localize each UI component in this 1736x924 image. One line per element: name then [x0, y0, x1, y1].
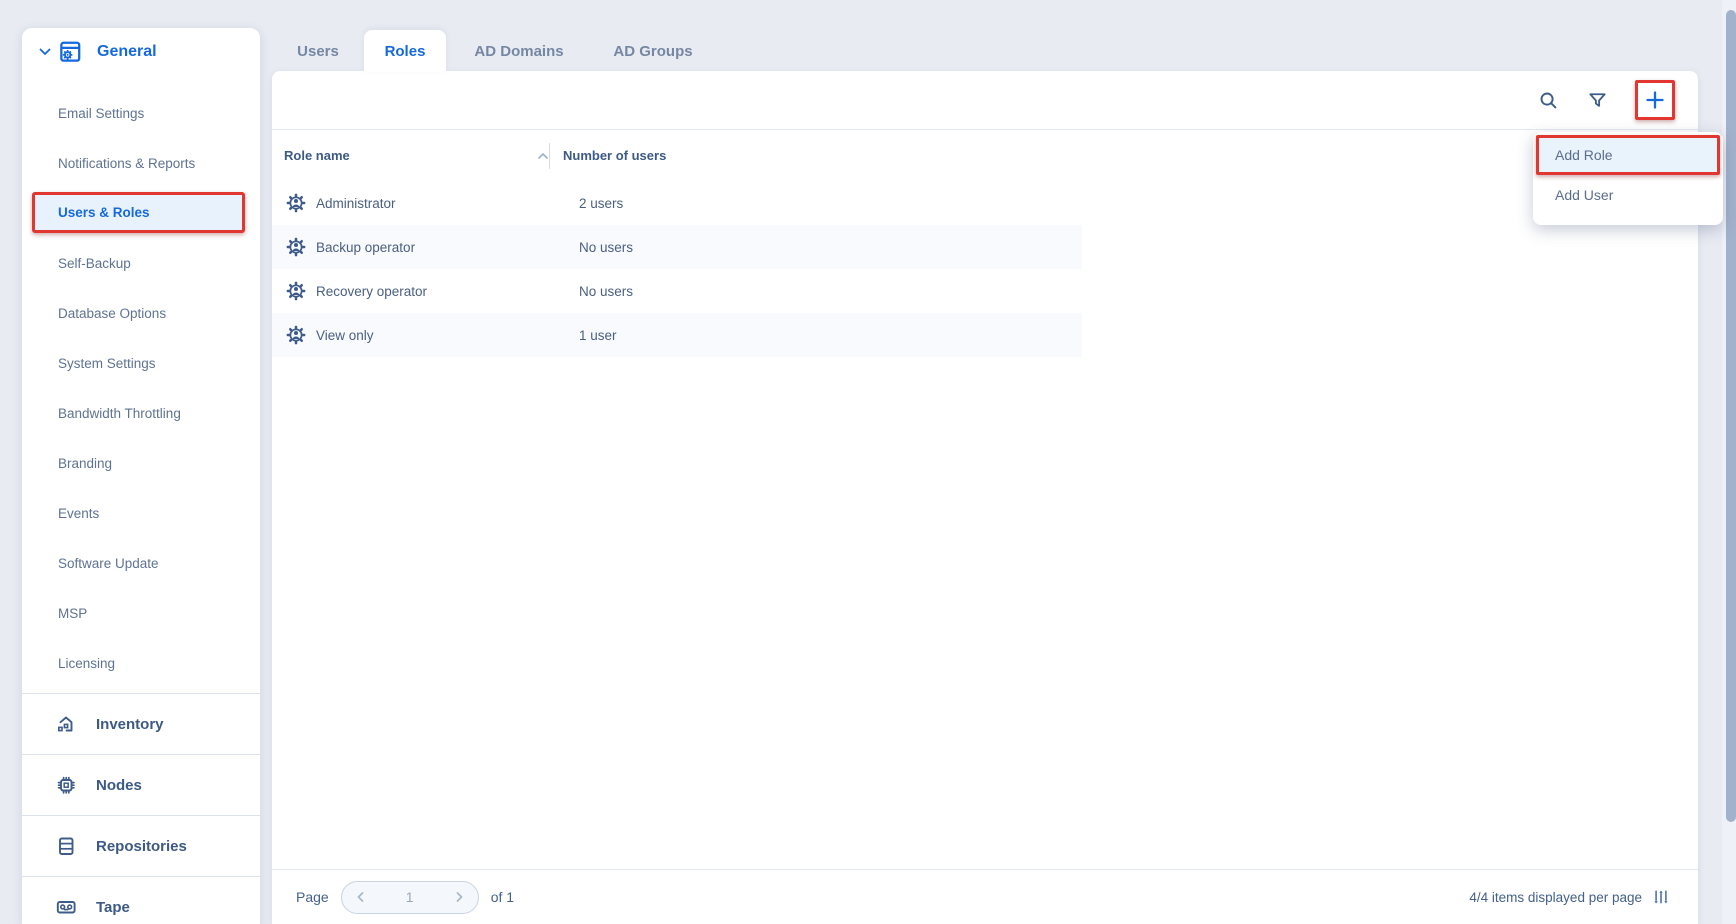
sidebar-section-inventory[interactable]: Inventory — [22, 694, 260, 754]
sidebar-item-msp[interactable]: MSP — [22, 588, 260, 638]
table-toolbar — [272, 71, 1698, 130]
sidebar-item-branding[interactable]: Branding — [22, 438, 260, 488]
chevron-down-icon[interactable] — [38, 45, 52, 59]
search-icon[interactable] — [1537, 89, 1560, 112]
items-per-page-label: 4/4 items displayed per page — [1469, 890, 1642, 905]
roles-content-panel: Role name Number of users — [272, 71, 1698, 924]
table-row-recovery-operator[interactable]: Recovery operator No users — [272, 269, 1082, 313]
sidebar-item-system-settings[interactable]: System Settings — [22, 338, 260, 388]
pagination-bar: Page 1 of 1 4/4 items displayed per page — [272, 869, 1698, 924]
add-dropdown-menu: Add Role Add User — [1533, 132, 1723, 225]
role-gear-user-icon — [286, 237, 306, 257]
table-row-backup-operator[interactable]: Backup operator No users — [272, 225, 1082, 269]
settings-sidebar: General Email Settings Notifications & R… — [22, 28, 260, 924]
vertical-scrollbar-thumb[interactable] — [1726, 10, 1736, 822]
sidebar-item-database-options[interactable]: Database Options — [22, 288, 260, 338]
general-subitems: Email Settings Notifications & Reports U… — [22, 76, 260, 688]
add-button-highlight — [1635, 80, 1675, 120]
filter-icon[interactable] — [1586, 89, 1609, 112]
sidebar-item-email-settings[interactable]: Email Settings — [22, 88, 260, 138]
sidebar-item-notifications-reports[interactable]: Notifications & Reports — [22, 138, 260, 188]
sidebar-item-events[interactable]: Events — [22, 488, 260, 538]
role-name-header-label: Role name — [284, 148, 350, 163]
sidebar-section-repositories[interactable]: Repositories — [22, 816, 260, 876]
sidebar-section-general[interactable]: General — [22, 28, 260, 76]
role-user-count: 1 user — [565, 328, 617, 343]
role-gear-user-icon — [286, 193, 306, 213]
sidebar-section-nodes[interactable]: Nodes — [22, 755, 260, 815]
page-selector: 1 — [341, 881, 479, 914]
previous-page-icon[interactable] — [355, 891, 367, 903]
vertical-scrollbar-track[interactable] — [1722, 0, 1736, 924]
role-name: Recovery operator — [316, 284, 565, 299]
page-label: Page — [296, 889, 329, 905]
sidebar-item-licensing[interactable]: Licensing — [22, 638, 260, 688]
tab-users[interactable]: Users — [272, 30, 364, 72]
tab-ad-groups[interactable]: AD Groups — [592, 30, 714, 72]
sidebar-nodes-label: Nodes — [96, 777, 142, 794]
menu-item-add-user[interactable]: Add User — [1533, 175, 1723, 215]
repositories-icon — [54, 834, 78, 858]
column-header-number-of-users[interactable]: Number of users — [550, 148, 666, 163]
next-page-icon[interactable] — [453, 891, 465, 903]
tab-ad-domains[interactable]: AD Domains — [446, 30, 592, 72]
sidebar-inventory-label: Inventory — [96, 716, 164, 733]
table-row-view-only[interactable]: View only 1 user — [272, 313, 1082, 357]
role-name: View only — [316, 328, 565, 343]
general-settings-icon — [57, 39, 83, 65]
add-button[interactable] — [1644, 89, 1666, 111]
role-user-count: No users — [565, 240, 633, 255]
inventory-icon — [54, 712, 78, 736]
roles-table-body: Administrator 2 users Backup operator — [272, 181, 1698, 357]
role-user-count: No users — [565, 284, 633, 299]
sidebar-item-software-update[interactable]: Software Update — [22, 538, 260, 588]
items-per-page-sliders-icon[interactable] — [1652, 888, 1670, 906]
menu-item-add-role[interactable]: Add Role — [1536, 135, 1720, 175]
page-input[interactable]: 1 — [406, 889, 414, 905]
table-row-administrator[interactable]: Administrator 2 users — [272, 181, 1082, 225]
sidebar-item-users-roles[interactable]: Users & Roles — [32, 192, 245, 233]
role-user-count: 2 users — [565, 196, 623, 211]
role-gear-user-icon — [286, 325, 306, 345]
sidebar-item-self-backup[interactable]: Self-Backup — [22, 238, 260, 288]
role-name: Administrator — [316, 196, 565, 211]
tab-bar: Users Roles AD Domains AD Groups — [272, 30, 714, 72]
sidebar-item-bandwidth-throttling[interactable]: Bandwidth Throttling — [22, 388, 260, 438]
role-gear-user-icon — [286, 281, 306, 301]
sidebar-repositories-label: Repositories — [96, 838, 187, 855]
sidebar-tape-label: Tape — [96, 899, 130, 916]
table-header: Role name Number of users — [272, 130, 1698, 181]
sidebar-general-label: General — [97, 43, 157, 61]
tab-roles[interactable]: Roles — [364, 30, 446, 72]
tape-icon — [54, 895, 78, 919]
page-total-label: of 1 — [491, 889, 514, 905]
nodes-icon — [54, 773, 78, 797]
sort-ascending-icon[interactable] — [537, 152, 549, 160]
column-header-role-name[interactable]: Role name — [272, 130, 549, 181]
sidebar-section-tape[interactable]: Tape — [22, 877, 260, 924]
role-name: Backup operator — [316, 240, 565, 255]
